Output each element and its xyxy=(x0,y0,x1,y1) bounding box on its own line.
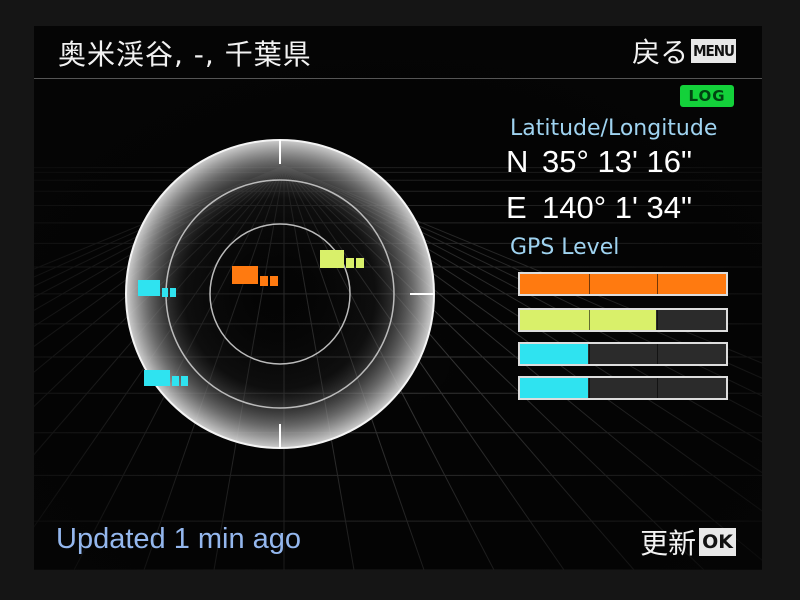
longitude-direction: E xyxy=(506,190,527,225)
gps-level-bar-fill xyxy=(520,378,588,398)
refresh-label: 更新 xyxy=(640,527,697,560)
gps-level-bar-divider xyxy=(657,344,659,364)
latitude-longitude-label: Latitude/Longitude xyxy=(510,116,718,141)
gps-level-bar-fill xyxy=(520,344,588,364)
longitude-readout: E 140° 1' 34" xyxy=(506,190,692,226)
latitude-readout: N 35° 13' 16" xyxy=(506,144,692,180)
gps-level-bar-divider xyxy=(588,378,590,398)
gps-level-label: GPS Level xyxy=(510,235,620,260)
longitude-value: 140° 1' 34" xyxy=(542,190,692,225)
gps-level-bar-divider xyxy=(657,274,659,294)
ok-key-icon: OK xyxy=(699,528,736,556)
location-title: 奥米渓谷, -, 千葉県 xyxy=(58,38,312,71)
log-badge-label: LOG xyxy=(688,87,726,105)
gps-info-screen: 奥米渓谷, -, 千葉県 戻る MENU LOG Latitude/Longit… xyxy=(34,26,762,570)
latitude-value: 35° 13' 16" xyxy=(542,144,692,179)
back-label: 戻る xyxy=(632,36,689,69)
menu-key-icon: MENU xyxy=(691,39,736,63)
gps-level-bar-divider xyxy=(657,310,659,330)
refresh-button[interactable]: 更新 OK xyxy=(640,524,736,560)
gps-level-bar-fill xyxy=(520,274,726,294)
gps-level-bar xyxy=(518,342,728,366)
satellite-radar xyxy=(125,139,435,449)
gps-level-bar-divider xyxy=(588,274,590,294)
gps-level-bar-divider xyxy=(588,310,590,330)
back-button[interactable]: 戻る MENU xyxy=(632,33,736,69)
header-bar: 奥米渓谷, -, 千葉県 戻る MENU xyxy=(34,26,762,79)
log-badge: LOG xyxy=(680,85,734,107)
gps-level-bar xyxy=(518,272,728,296)
latitude-direction: N xyxy=(506,144,529,179)
gps-level-bar-divider xyxy=(588,344,590,364)
gps-level-bar xyxy=(518,376,728,400)
gps-level-bar-divider xyxy=(657,378,659,398)
update-status: Updated 1 min ago xyxy=(56,523,302,555)
gps-level-bar xyxy=(518,308,728,332)
